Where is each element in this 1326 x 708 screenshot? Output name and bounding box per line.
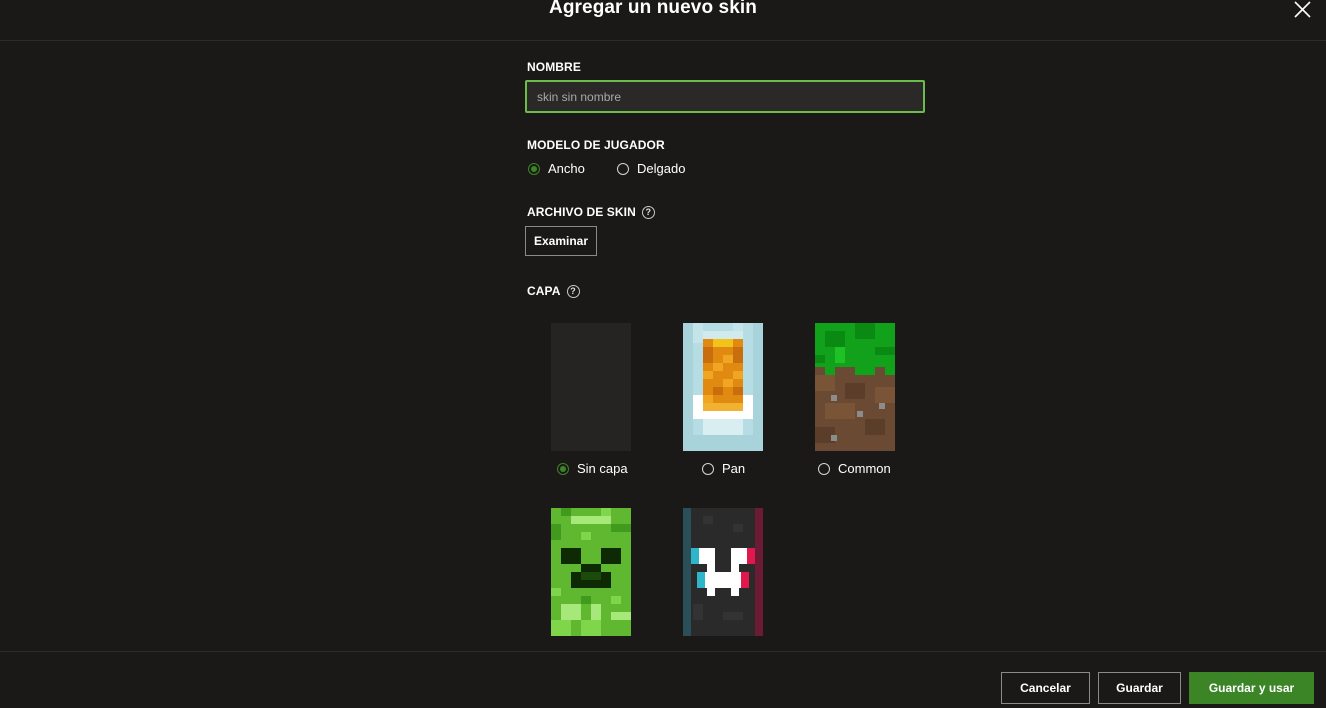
player-model-label: MODELO DE JUGADOR	[527, 138, 665, 152]
close-icon[interactable]	[1292, 0, 1316, 20]
dialog-body[interactable]: NOMBRE MODELO DE JUGADOR Ancho Delgado A…	[0, 41, 1326, 651]
follower-cape-icon[interactable]	[683, 508, 763, 636]
skin-file-label: ARCHIVO DE SKIN?	[527, 205, 655, 219]
model-option-slim[interactable]: Delgado	[617, 161, 685, 176]
cape-option-label: Pan	[722, 461, 746, 476]
model-option-wide-label: Ancho	[548, 161, 585, 176]
cape-label-text: CAPA	[527, 284, 561, 298]
radio-cape-none[interactable]	[557, 462, 569, 475]
dialog-footer: Cancelar Guardar Guardar y usar	[0, 651, 1326, 708]
add-skin-dialog: Agregar un nuevo skin NOMBRE MODELO DE J…	[0, 0, 1326, 708]
cancel-button[interactable]: Cancelar	[1001, 672, 1090, 704]
dialog-title: Agregar un nuevo skin	[549, 0, 757, 18]
skin-name-input[interactable]	[525, 80, 925, 113]
cape-label: CAPA?	[527, 284, 580, 298]
common-cape-icon[interactable]	[815, 323, 895, 451]
help-icon[interactable]: ?	[566, 285, 580, 298]
radio-cape-pan[interactable]	[702, 462, 714, 475]
save-button[interactable]: Guardar	[1098, 672, 1181, 704]
cape-option-pan[interactable]: Pan	[702, 461, 745, 476]
cape-option-label: Common	[838, 461, 891, 476]
dialog-header: Agregar un nuevo skin	[0, 0, 1326, 41]
cape-option-none[interactable]: Sin capa	[557, 461, 628, 476]
save-and-use-button[interactable]: Guardar y usar	[1189, 672, 1314, 704]
name-label: NOMBRE	[527, 60, 581, 74]
model-option-wide[interactable]: Ancho	[528, 161, 585, 176]
radio-cape-common[interactable]	[818, 462, 830, 475]
creeper-cape-icon[interactable]	[551, 508, 631, 636]
cape-option-common[interactable]: Common	[818, 461, 891, 476]
skin-file-label-text: ARCHIVO DE SKIN	[527, 205, 636, 219]
cape-option-label: Sin capa	[577, 461, 628, 476]
help-icon[interactable]: ?	[641, 206, 655, 219]
radio-wide[interactable]	[528, 162, 540, 175]
pan-cape-icon[interactable]	[683, 323, 763, 451]
model-option-slim-label: Delgado	[637, 161, 686, 176]
browse-button[interactable]: Examinar	[525, 226, 597, 256]
no-cape-icon[interactable]	[551, 323, 631, 451]
radio-slim[interactable]	[617, 162, 629, 175]
